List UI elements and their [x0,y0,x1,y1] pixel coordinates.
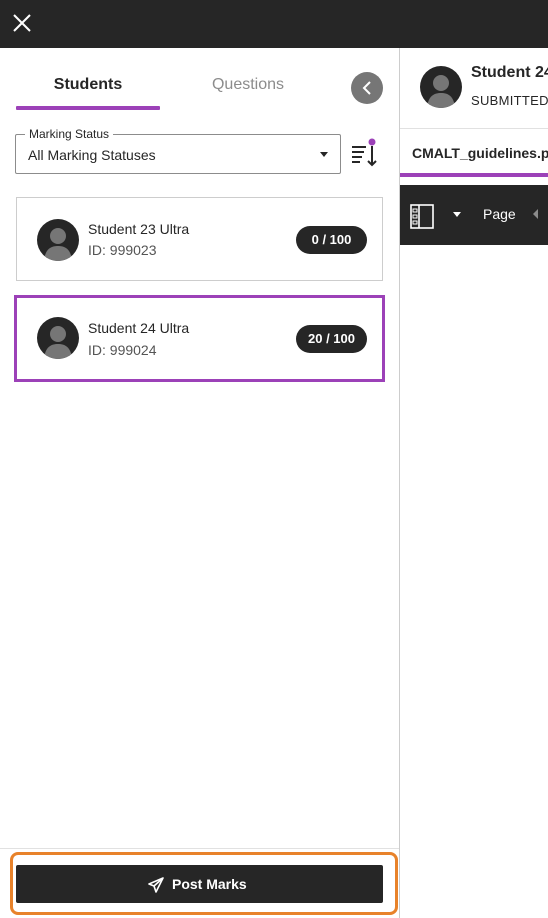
student-name: Student 23 Ultra [88,221,190,237]
sort-button[interactable] [351,138,381,168]
header-divider [400,128,548,129]
student-id: ID: 999024 [88,342,157,358]
sidebar-toggle-button[interactable] [410,204,436,235]
marking-status-label: Marking Status [25,127,114,141]
user-avatar-icon [44,326,72,359]
student-id: ID: 999023 [88,242,157,258]
submission-student-name: Student 24 Ultra [471,64,548,81]
avatar [37,219,79,261]
tab-questions[interactable]: Questions [176,76,320,94]
sidebar-icon [410,204,434,229]
close-button[interactable] [8,9,38,39]
post-marks-label: Post Marks [172,876,247,892]
chevron-left-icon[interactable] [533,209,538,219]
user-avatar-icon [427,75,455,108]
tab-students[interactable]: Students [16,76,160,94]
page-label: Page [483,206,516,222]
send-icon [148,877,164,893]
top-bar [0,0,548,48]
submission-panel: Student 24 Ultra SUBMITTED CMALT_guideli… [400,48,548,918]
marking-status-select[interactable]: Marking Status All Marking Statuses [15,127,341,174]
student-card[interactable]: Student 23 Ultra ID: 999023 0 / 100 [16,197,383,281]
chevron-down-icon [320,152,328,157]
avatar [420,66,462,108]
user-avatar-icon [44,228,72,261]
active-file-indicator [400,173,548,177]
collapse-panel-button[interactable] [351,72,383,104]
file-tab[interactable]: CMALT_guidelines.pdf [412,145,548,161]
document-toolbar: Page [400,185,548,245]
close-icon [13,14,31,32]
footer-divider [0,848,399,849]
submission-status: SUBMITTED [471,93,548,108]
grade-badge: 0 / 100 [296,226,367,254]
marking-status-value: All Marking Statuses [28,147,156,163]
chevron-left-icon [362,81,371,95]
post-marks-button[interactable]: Post Marks [16,865,383,903]
student-name: Student 24 Ultra [88,320,190,336]
active-tab-indicator [16,106,160,110]
sort-icon [352,138,377,167]
avatar [37,317,79,359]
grade-badge: 20 / 100 [296,325,367,353]
students-panel: Students Questions Marking Status All Ma… [0,48,399,918]
chevron-down-icon[interactable] [453,212,461,217]
student-card-selected[interactable]: Student 24 Ultra ID: 999024 20 / 100 [14,295,385,382]
